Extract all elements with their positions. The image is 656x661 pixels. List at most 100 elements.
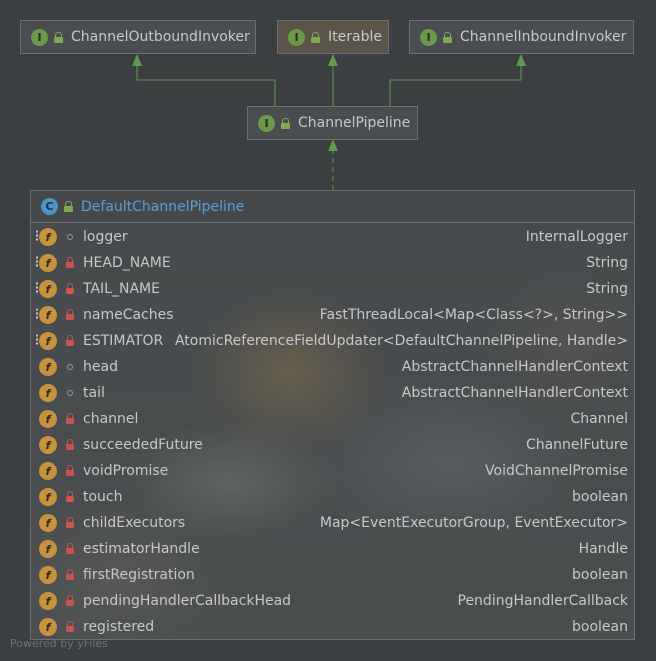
field-icon: f [39,566,57,584]
field-icon: f [39,488,57,506]
field-row[interactable]: f pendingHandlerCallbackHead PendingHandle… [31,588,634,614]
private-lock-icon [65,621,75,632]
field-icon: f [36,332,57,350]
field-icon: f [36,228,57,246]
field-icon: f [39,592,57,610]
field-list: f logger InternalLogger f HEAD_NAME String f TA… [31,224,634,640]
private-lock-icon [65,309,75,320]
arrowhead-iterable [328,54,338,66]
field-row[interactable]: f childExecutors Map<EventExecutorGroup, E… [31,510,634,536]
private-lock-icon [65,413,75,424]
field-name: HEAD_NAME [83,255,171,271]
field-icon: f [36,254,57,272]
field-name: pendingHandlerCallbackHead [83,593,292,609]
field-row[interactable]: f tail AbstractChannelHandlerContext [31,380,634,406]
field-icon: f [36,280,57,298]
field-name: estimatorHandle [83,541,200,557]
interface-icon: I [288,28,305,46]
field-type: ChannelFuture [525,437,628,453]
node-default-channel-pipeline[interactable]: C DefaultChannelPipeline f logger Internal… [30,190,635,640]
field-row[interactable]: f firstRegistration boolean [31,562,634,588]
field-icon: f [39,384,57,402]
field-icon: f [36,306,57,324]
field-name: ESTIMATOR [83,333,164,349]
field-name: touch [83,489,123,505]
field-row[interactable]: f channel Channel [31,406,634,432]
field-row[interactable]: f logger InternalLogger [31,224,634,250]
field-icon: f [39,462,57,480]
field-name: nameCaches [83,307,174,323]
node-channel-pipeline[interactable]: I ChannelPipeline [247,106,418,140]
field-icon: f [39,436,57,454]
field-type: String [586,281,628,297]
public-icon [311,31,320,43]
interface-icon: I [258,114,275,132]
edge-inbound [389,62,522,106]
field-type: PendingHandlerCallback [457,593,629,609]
field-row[interactable]: f head AbstractChannelHandlerContext [31,354,634,380]
node-label: ChannelPipeline [298,115,411,131]
public-icon [64,201,73,212]
field-name: registered [83,619,155,635]
arrowhead-inbound [516,54,526,66]
field-icon: f [39,410,57,428]
field-type: boolean [572,567,628,583]
private-lock-icon [65,491,75,502]
field-row[interactable]: f ESTIMATOR AtomicReferenceFieldUpdater<De… [31,328,634,354]
class-name: DefaultChannelPipeline [81,198,245,215]
node-label: Iterable [328,29,382,45]
field-type: String [586,255,628,271]
private-lock-icon [65,569,75,580]
field-type: boolean [572,489,628,505]
field-icon: f [39,540,57,558]
field-name: firstRegistration [83,567,195,583]
field-name: childExecutors [83,515,186,531]
private-lock-icon [65,283,75,294]
private-lock-icon [65,257,75,268]
field-name: channel [83,411,139,427]
private-lock-icon [65,465,75,476]
field-row[interactable]: f TAIL_NAME String [31,276,634,302]
field-type: AbstractChannelHandlerContext [401,385,628,401]
field-type: AbstractChannelHandlerContext [401,359,628,375]
node-label: ChannelInboundInvoker [460,29,627,45]
private-lock-icon [65,335,75,346]
package-dot-icon [65,388,75,398]
public-icon [443,31,452,43]
field-row[interactable]: f succeededFuture ChannelFuture [31,432,634,458]
node-channel-inbound-invoker[interactable]: I ChannelInboundInvoker [409,20,634,54]
interface-icon: I [420,28,437,46]
field-type: Handle [578,541,628,557]
field-type: Map<EventExecutorGroup, EventExecutor> [319,515,628,531]
node-label: ChannelOutboundInvoker [71,29,250,45]
package-dot-icon [65,362,75,372]
field-name: logger [83,229,128,245]
node-iterable[interactable]: I Iterable [277,20,389,54]
field-row[interactable]: f HEAD_NAME String [31,250,634,276]
field-type: Channel [570,411,628,427]
field-row[interactable]: f voidPromise VoidChannelPromise [31,458,634,484]
public-icon [54,31,63,43]
field-type: InternalLogger [525,229,628,245]
class-icon: C [41,198,58,215]
field-row[interactable]: f nameCaches FastThreadLocal<Map<Class<?>,… [31,302,634,328]
edge-outbound [136,62,276,106]
field-name: head [83,359,118,375]
field-name: TAIL_NAME [83,281,160,297]
private-lock-icon [65,595,75,606]
field-type: AtomicReferenceFieldUpdater<DefaultChann… [174,333,628,349]
private-lock-icon [65,517,75,528]
field-row[interactable]: f touch boolean [31,484,634,510]
field-row[interactable]: f registered boolean [31,614,634,640]
field-icon: f [39,358,57,376]
field-row[interactable]: f estimatorHandle Handle [31,536,634,562]
field-name: tail [83,385,105,401]
node-channel-outbound-invoker[interactable]: I ChannelOutboundInvoker [20,20,256,54]
field-type: VoidChannelPromise [485,463,628,479]
arrowhead-outbound [132,54,142,66]
field-name: voidPromise [83,463,169,479]
field-type: FastThreadLocal<Map<Class<?>, String>> [319,307,628,323]
field-icon: f [39,618,57,636]
private-lock-icon [65,543,75,554]
arrowhead-pipeline [328,139,338,151]
